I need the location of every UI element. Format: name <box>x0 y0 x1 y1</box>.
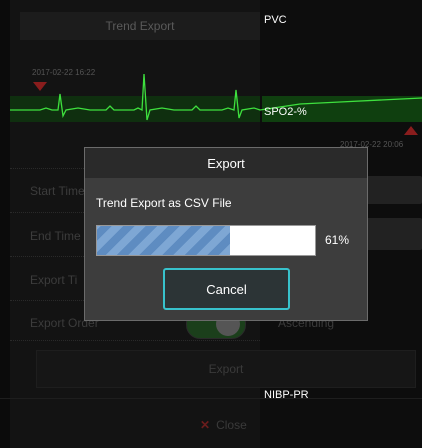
export-button[interactable]: Export <box>36 350 416 388</box>
param-label-pvc: PVC <box>264 14 287 26</box>
progress-fill <box>97 226 230 255</box>
end-marker-icon[interactable] <box>404 126 418 135</box>
export-progress-bar <box>96 225 316 256</box>
progress-percent: 61% <box>325 233 350 247</box>
param-label-spo2: SPO2-% <box>264 106 307 118</box>
export-time-label: Export Ti <box>30 273 78 287</box>
end-time-field[interactable] <box>362 218 422 250</box>
close-icon: ✕ <box>200 418 211 432</box>
start-time-label: Start Time <box>30 184 85 198</box>
param-label-nibp-pr: NIBP-PR <box>264 389 309 401</box>
end-time-label: End Time <box>30 229 81 243</box>
export-dialog: Export Trend Export as CSV File 61% Canc… <box>84 147 368 321</box>
ecg-waveform <box>10 73 422 121</box>
bottom-divider <box>0 398 422 399</box>
trend-export-title: Trend Export <box>20 12 260 40</box>
dialog-title: Export <box>85 148 367 178</box>
dialog-message: Trend Export as CSV File <box>96 196 232 210</box>
close-label: Close <box>216 418 247 432</box>
start-time-field[interactable] <box>362 176 422 204</box>
row-divider <box>10 340 260 341</box>
cancel-button[interactable]: Cancel <box>163 268 290 310</box>
close-button[interactable]: ✕ Close <box>200 418 247 432</box>
